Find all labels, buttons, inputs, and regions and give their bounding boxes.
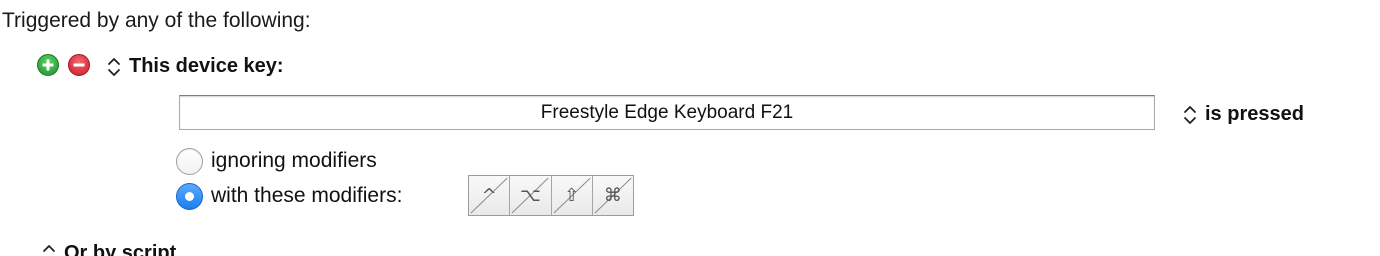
option-modifier-button[interactable]: ⌥ [510, 176, 552, 215]
condition-popup[interactable]: is pressed [1205, 102, 1304, 126]
minus-icon [73, 63, 85, 67]
or-by-script-popup[interactable]: Or by script [64, 241, 176, 256]
device-key-field[interactable]: Freestyle Edge Keyboard F21 [179, 95, 1155, 130]
option-icon: ⌥ [520, 184, 541, 206]
command-icon: ⌘ [603, 184, 622, 206]
control-modifier-button[interactable]: ^ [469, 176, 511, 215]
radio-selected-dot [185, 192, 194, 201]
add-trigger-button[interactable] [37, 54, 59, 76]
ignoring-modifiers-radio[interactable] [176, 148, 203, 175]
with-modifiers-label[interactable]: with these modifiers: [211, 183, 402, 209]
control-icon: ^ [481, 184, 497, 206]
shift-icon: ⇧ [564, 184, 580, 206]
trigger-type-stepper-icon[interactable] [107, 55, 121, 79]
trigger-editor: Triggered by any of the following: This … [0, 0, 1380, 256]
shift-modifier-button[interactable]: ⇧ [551, 176, 593, 215]
with-modifiers-radio[interactable] [176, 183, 203, 210]
ignoring-modifiers-label[interactable]: ignoring modifiers [211, 148, 377, 174]
modifier-key-group: ^ ⌥ ⇧ ⌘ [468, 175, 634, 216]
plus-icon [42, 59, 54, 71]
condition-stepper-icon[interactable] [1183, 103, 1197, 127]
section-heading: Triggered by any of the following: [2, 9, 311, 32]
command-modifier-button[interactable]: ⌘ [592, 176, 633, 215]
script-stepper-icon[interactable] [42, 242, 56, 256]
trigger-type-popup[interactable]: This device key: [129, 54, 284, 78]
remove-trigger-button[interactable] [68, 54, 90, 76]
